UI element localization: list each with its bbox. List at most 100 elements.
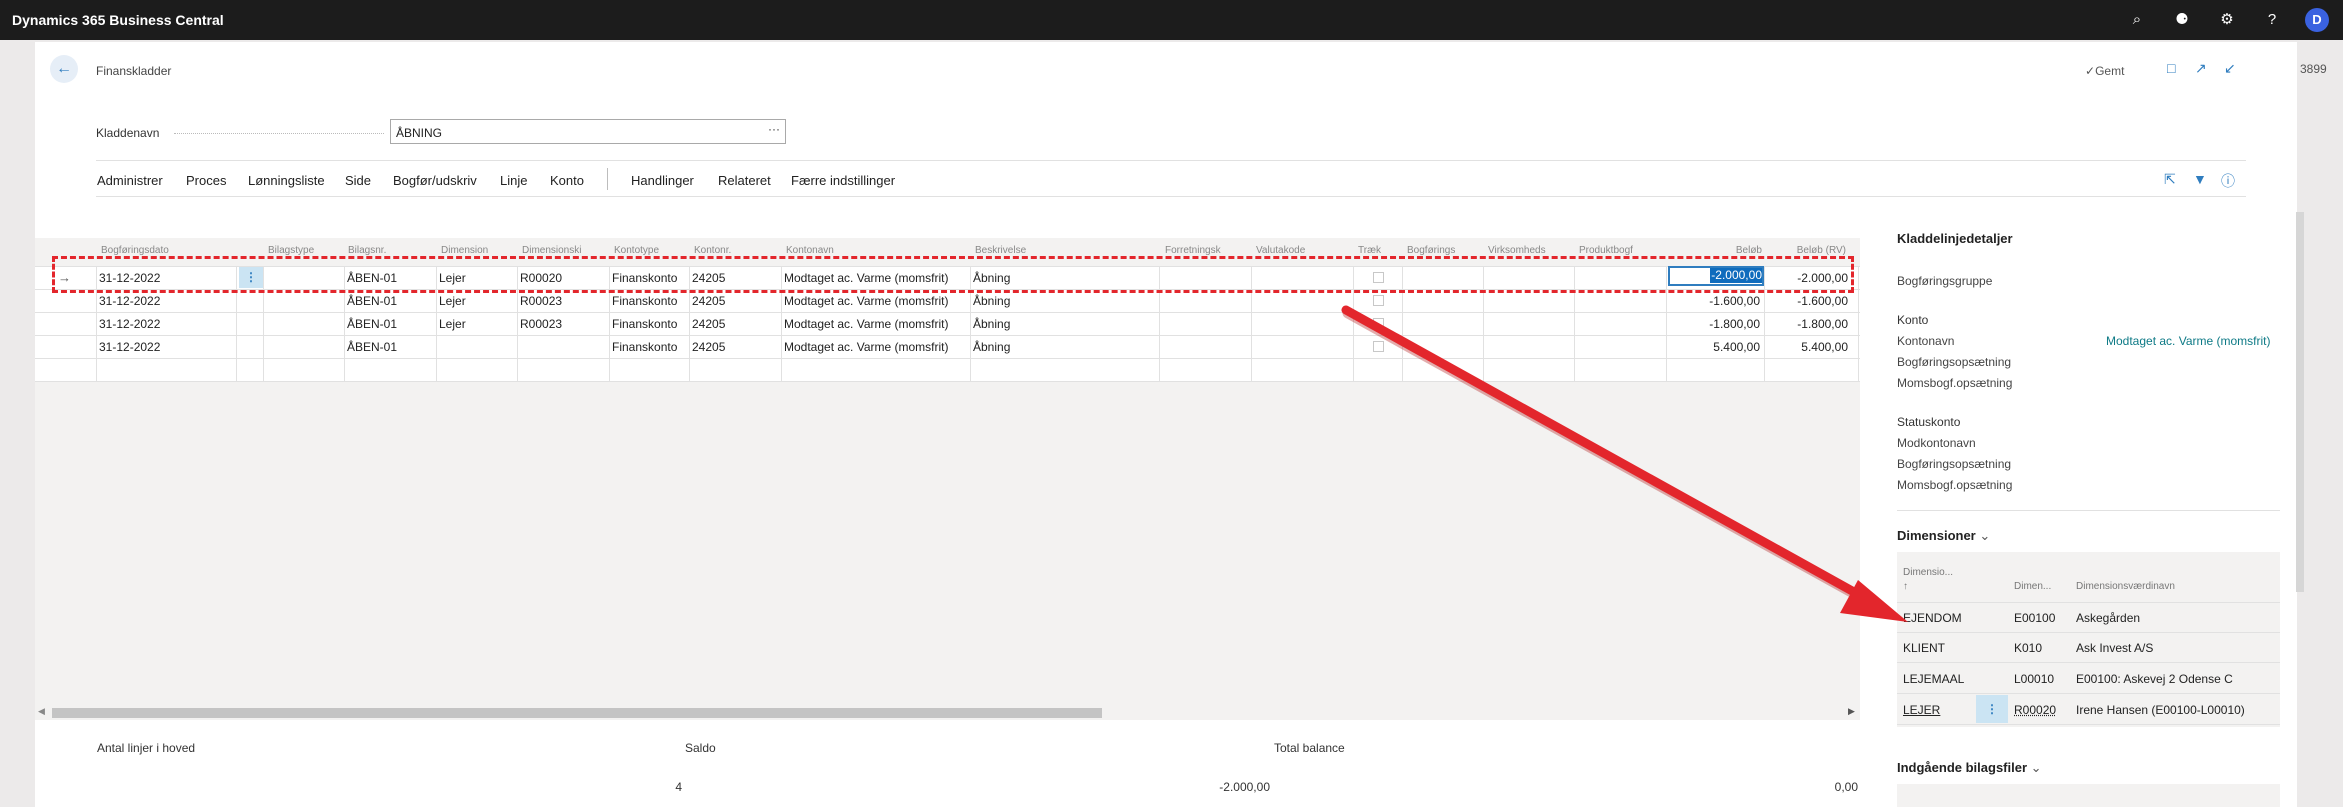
- cell-account-no[interactable]: 24205: [692, 317, 725, 331]
- cell-posting-date[interactable]: 31-12-2022: [99, 340, 160, 354]
- cell-account-type[interactable]: Finanskonto: [612, 294, 677, 308]
- dim-col-header-code[interactable]: Dimensio...: [1903, 567, 1953, 578]
- share-icon[interactable]: ⇱: [2164, 171, 2176, 188]
- cell-account-name[interactable]: Modtaget ac. Varme (momsfrit): [784, 340, 948, 354]
- bookmark-icon[interactable]: □: [2167, 60, 2175, 76]
- dim-code[interactable]: KLIENT: [1903, 641, 1945, 655]
- col-header-gen-prod-posting[interactable]: Produktbogf: [1579, 245, 1659, 256]
- filter-icon[interactable]: ▼: [2193, 171, 2207, 187]
- cell-description[interactable]: Åbning: [973, 340, 1010, 354]
- saved-label: Gemt: [2095, 64, 2125, 78]
- dimensions-section-toggle[interactable]: Dimensioner ⌄: [1897, 528, 1990, 544]
- scroll-left-icon[interactable]: ◀: [38, 706, 45, 717]
- cell-account-no[interactable]: 24205: [692, 294, 725, 308]
- dim-code[interactable]: LEJEMAAL: [1903, 672, 1964, 686]
- dim-col-header-value[interactable]: Dimen...: [2014, 581, 2051, 592]
- cell-posting-date[interactable]: 31-12-2022: [99, 294, 160, 308]
- dim-row-actions-button[interactable]: ⋮: [1976, 695, 2008, 723]
- dim-col-header-name[interactable]: Dimensionsværdinavn: [2076, 581, 2175, 592]
- cell-amount-lcy[interactable]: -1.800,00: [1768, 317, 1848, 331]
- dim-code[interactable]: EJENDOM: [1903, 611, 1962, 625]
- cell-document-no[interactable]: ÅBEN-01: [347, 340, 397, 354]
- cell-account-type[interactable]: Finanskonto: [612, 317, 677, 331]
- cell-account-name[interactable]: Modtaget ac. Varme (momsfrit): [784, 294, 948, 308]
- factbox-scrollbar[interactable]: [2296, 212, 2304, 592]
- menu-separator: [607, 168, 608, 190]
- bal-vat-setup-label: Momsbogf.opsætning: [1897, 478, 2013, 492]
- cell-document-no[interactable]: ÅBEN-01: [347, 317, 397, 331]
- menu-faerre-indstillinger[interactable]: Færre indstillinger: [791, 173, 895, 188]
- menu-administrer[interactable]: Administrer: [97, 173, 163, 188]
- account-name-label: Kontonavn: [1897, 334, 1955, 348]
- col-header-dimension-key[interactable]: Dimensionski: [522, 245, 607, 256]
- bell-icon[interactable]: ⚈: [2173, 11, 2191, 29]
- cell-amount[interactable]: -1.600,00: [1668, 294, 1760, 308]
- journal-name-field[interactable]: [390, 119, 786, 144]
- col-header-gen-bus-posting[interactable]: Virksomheds: [1488, 245, 1568, 256]
- col-header-posting-date[interactable]: Bogføringsdato: [101, 245, 191, 256]
- cell-dimension-key[interactable]: R00023: [520, 294, 562, 308]
- dim-value[interactable]: K010: [2014, 641, 2042, 655]
- back-button[interactable]: ←: [50, 55, 78, 83]
- cell-description[interactable]: Åbning: [973, 317, 1010, 331]
- cell-dimension[interactable]: Lejer: [439, 294, 466, 308]
- col-header-posting-type[interactable]: Bogførings: [1407, 245, 1482, 256]
- scroll-right-icon[interactable]: ▶: [1848, 706, 1855, 717]
- menu-proces[interactable]: Proces: [186, 173, 226, 188]
- scrollbar-thumb[interactable]: [52, 708, 1102, 718]
- gear-icon[interactable]: ⚙: [2218, 11, 2236, 29]
- grid-line: [1897, 602, 2280, 603]
- cell-amount[interactable]: -1.800,00: [1668, 317, 1760, 331]
- cell-amount-lcy[interactable]: 5.400,00: [1768, 340, 1848, 354]
- col-header-document-type[interactable]: Bilagstype: [268, 245, 343, 256]
- cell-description[interactable]: Åbning: [973, 294, 1010, 308]
- dim-value[interactable]: E00100: [2014, 611, 2055, 625]
- col-header-description[interactable]: Beskrivelse: [975, 245, 1155, 256]
- col-header-correction[interactable]: Træk: [1358, 245, 1398, 256]
- cell-document-no[interactable]: ÅBEN-01: [347, 294, 397, 308]
- menu-loenningsliste[interactable]: Lønningsliste: [248, 173, 325, 188]
- col-header-account-no[interactable]: Kontonr.: [694, 245, 779, 256]
- cell-amount[interactable]: 5.400,00: [1668, 340, 1760, 354]
- bal-posting-setup-label: Bogføringsopsætning: [1897, 457, 2012, 471]
- collapse-icon[interactable]: ↙: [2224, 60, 2236, 77]
- cell-account-name[interactable]: Modtaget ac. Varme (momsfrit): [784, 317, 948, 331]
- help-icon[interactable]: ?: [2263, 11, 2281, 29]
- menu-side[interactable]: Side: [345, 173, 371, 188]
- col-header-business-unit[interactable]: Forretningsk: [1165, 245, 1250, 256]
- incoming-files-section-toggle[interactable]: Indgående bilagsfiler ⌄: [1897, 760, 2042, 776]
- dim-code[interactable]: LEJER: [1903, 703, 1940, 717]
- col-header-account-name[interactable]: Kontonavn: [786, 245, 966, 256]
- col-header-amount-lcy[interactable]: Beløb (RV): [1780, 245, 1846, 256]
- cell-account-type[interactable]: Finanskonto: [612, 340, 677, 354]
- correction-checkbox[interactable]: [1373, 295, 1384, 306]
- cell-account-no[interactable]: 24205: [692, 340, 725, 354]
- grid-line: [35, 335, 1860, 336]
- menu-relateret[interactable]: Relateret: [718, 173, 771, 188]
- col-header-document-no[interactable]: Bilagsnr.: [348, 245, 428, 256]
- incoming-files-table: [1897, 784, 2280, 807]
- menu-handlinger[interactable]: Handlinger: [631, 173, 694, 188]
- app-title[interactable]: Dynamics 365 Business Central: [12, 12, 224, 28]
- cell-amount-lcy[interactable]: -1.600,00: [1768, 294, 1848, 308]
- menu-bogfoer-udskriv[interactable]: Bogfør/udskriv: [393, 173, 477, 188]
- col-header-dimension[interactable]: Dimension: [441, 245, 516, 256]
- dim-value[interactable]: L00010: [2014, 672, 2054, 686]
- col-header-account-type[interactable]: Kontotype: [614, 245, 689, 256]
- correction-checkbox[interactable]: [1373, 318, 1384, 329]
- avatar[interactable]: D: [2305, 8, 2329, 32]
- col-header-currency-code[interactable]: Valutakode: [1256, 245, 1351, 256]
- menu-linje[interactable]: Linje: [500, 173, 527, 188]
- search-icon[interactable]: ⌕: [2128, 11, 2146, 29]
- col-header-amount[interactable]: Beløb: [1722, 245, 1762, 256]
- dim-value[interactable]: R00020: [2014, 703, 2056, 717]
- journal-name-lookup-button[interactable]: ···: [768, 122, 780, 136]
- account-name-link[interactable]: Modtaget ac. Varme (momsfrit): [2106, 334, 2270, 348]
- open-new-window-icon[interactable]: ↗: [2195, 60, 2207, 77]
- cell-dimension[interactable]: Lejer: [439, 317, 466, 331]
- correction-checkbox[interactable]: [1373, 341, 1384, 352]
- info-icon[interactable]: ⓘ: [2221, 171, 2235, 191]
- cell-posting-date[interactable]: 31-12-2022: [99, 317, 160, 331]
- menu-konto[interactable]: Konto: [550, 173, 584, 188]
- cell-dimension-key[interactable]: R00023: [520, 317, 562, 331]
